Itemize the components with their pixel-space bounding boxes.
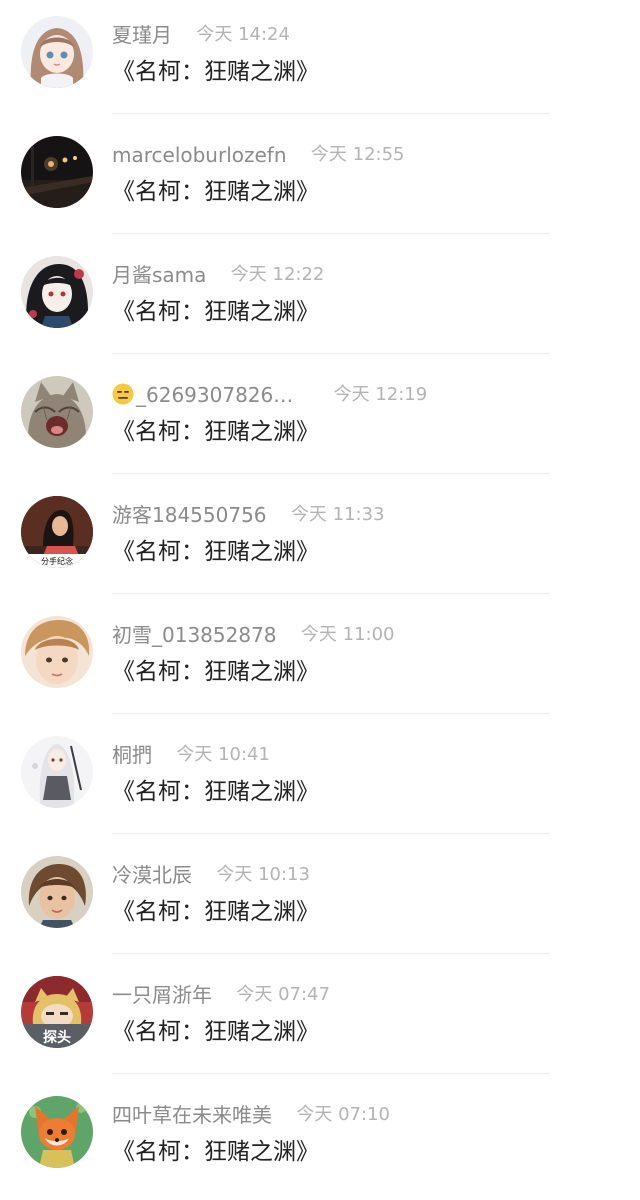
comment-item: 夏瑾月 今天 14:24 《名柯：狂赌之渊》 xyxy=(0,0,640,120)
comment-meta: 一只屑浙年 今天 07:47 xyxy=(112,980,330,1010)
divider xyxy=(112,113,550,114)
comment-text: 《名柯：狂赌之渊》 xyxy=(112,659,319,685)
timestamp: 今天 14:24 xyxy=(196,24,290,45)
breakup-memorial-photo-icon: 分手纪念 xyxy=(21,496,93,568)
divider xyxy=(112,353,550,354)
comment-meta: marceloburlozefn 今天 12:55 xyxy=(112,140,405,170)
avatar[interactable]: 探头 xyxy=(21,976,93,1048)
username[interactable]: 游客184550756 xyxy=(112,500,267,530)
avatar[interactable] xyxy=(21,856,93,928)
avatar[interactable] xyxy=(21,616,93,688)
anime-character-peeking-icon: 探头 xyxy=(21,976,93,1048)
comment-text: 《名柯：狂赌之渊》 xyxy=(112,539,319,565)
avatar[interactable] xyxy=(21,136,93,208)
comment-text: 《名柯：狂赌之渊》 xyxy=(112,59,319,85)
username[interactable]: 夏瑾月 xyxy=(112,20,172,50)
cartoon-fox-icon xyxy=(21,1096,93,1168)
timestamp: 今天 10:13 xyxy=(216,864,310,885)
comment-item: 月酱sama 今天 12:22 《名柯：狂赌之渊》 xyxy=(0,240,640,360)
avatar-caption: 探头 xyxy=(43,1029,71,1046)
divider xyxy=(112,833,550,834)
avatar[interactable] xyxy=(21,1096,93,1168)
comment-text: 《名柯：狂赌之渊》 xyxy=(112,1019,319,1045)
timestamp: 今天 11:00 xyxy=(300,624,395,645)
avatar[interactable] xyxy=(21,256,93,328)
timestamp: 今天 12:22 xyxy=(230,264,325,285)
username[interactable]: 冷漠北辰 xyxy=(112,860,192,890)
comment-item: _6269307826… 今天 12:19 《名柯：狂赌之渊》 xyxy=(0,360,640,480)
avatar[interactable] xyxy=(21,376,93,448)
username[interactable]: 一只屑浙年 xyxy=(112,980,212,1010)
divider xyxy=(112,1073,550,1074)
comment-list: 夏瑾月 今天 14:24 《名柯：狂赌之渊》 marceloburlozefn … xyxy=(0,0,640,1200)
neutral-face-emoji-icon xyxy=(112,383,134,405)
comment-text: 《名柯：狂赌之渊》 xyxy=(112,779,319,805)
divider xyxy=(112,233,550,234)
comment-item: 冷漠北辰 今天 10:13 《名柯：狂赌之渊》 xyxy=(0,840,640,960)
comment-meta: 初雪_013852878 今天 11:00 xyxy=(112,620,395,650)
comment-meta: 冷漠北辰 今天 10:13 xyxy=(112,860,310,890)
comment-item: 分手纪念 游客184550756 今天 11:33 《名柯：狂赌之渊》 xyxy=(0,480,640,600)
comment-text: 《名柯：狂赌之渊》 xyxy=(112,1139,319,1165)
divider xyxy=(112,593,550,594)
comment-text: 《名柯：狂赌之渊》 xyxy=(112,899,319,925)
avatar[interactable] xyxy=(21,16,93,88)
avatar[interactable]: 分手纪念 xyxy=(21,496,93,568)
username[interactable]: 初雪_013852878 xyxy=(112,620,277,650)
username[interactable]: 月酱sama xyxy=(112,260,206,290)
comment-text: 《名柯：狂赌之渊》 xyxy=(112,179,319,205)
divider xyxy=(112,713,550,714)
comment-text: 《名柯：狂赌之渊》 xyxy=(112,419,319,445)
comment-meta: 月酱sama 今天 12:22 xyxy=(112,260,324,290)
comment-meta: 夏瑾月 今天 14:24 xyxy=(112,20,290,50)
username[interactable]: marceloburlozefn xyxy=(112,140,287,170)
timestamp: 今天 07:47 xyxy=(236,984,330,1005)
comment-text: 《名柯：狂赌之渊》 xyxy=(112,299,319,325)
timestamp: 今天 12:19 xyxy=(333,384,428,405)
night-street-lights-icon xyxy=(21,136,93,208)
timestamp: 今天 07:10 xyxy=(296,1104,390,1125)
comment-item: 桐捫 今天 10:41 《名柯：狂赌之渊》 xyxy=(0,720,640,840)
username[interactable]: 桐捫 xyxy=(112,740,152,770)
timestamp: 今天 11:33 xyxy=(290,504,385,525)
divider xyxy=(112,473,550,474)
comment-meta: 桐捫 今天 10:41 xyxy=(112,740,270,770)
screaming-cat-icon xyxy=(21,376,93,448)
timestamp: 今天 10:41 xyxy=(176,744,270,765)
comment-item: 初雪_013852878 今天 11:00 《名柯：狂赌之渊》 xyxy=(0,600,640,720)
comment-meta: 游客184550756 今天 11:33 xyxy=(112,500,385,530)
illustrated-boy-icon xyxy=(21,856,93,928)
blonde-boy-face-icon xyxy=(21,616,93,688)
avatar-caption: 分手纪念 xyxy=(41,556,73,566)
comment-item: marceloburlozefn 今天 12:55 《名柯：狂赌之渊》 xyxy=(0,120,640,240)
comment-item: 探头 一只屑浙年 今天 07:47 《名柯：狂赌之渊》 xyxy=(0,960,640,1080)
timestamp: 今天 12:55 xyxy=(310,144,405,165)
username[interactable]: _6269307826… xyxy=(112,380,293,410)
comment-item: 四叶草在未来唯美 今天 07:10 《名柯：狂赌之渊》 xyxy=(0,1080,640,1200)
comment-meta: _6269307826… 今天 12:19 xyxy=(112,380,427,410)
comment-meta: 四叶草在未来唯美 今天 07:10 xyxy=(112,1100,390,1130)
divider xyxy=(112,953,550,954)
username-text: _6269307826… xyxy=(136,383,294,407)
manga-girl-black-hair-icon xyxy=(21,256,93,328)
avatar[interactable] xyxy=(21,736,93,808)
white-hair-anime-girl-icon xyxy=(21,736,93,808)
username[interactable]: 四叶草在未来唯美 xyxy=(112,1100,272,1130)
anime-girl-brown-hair-icon xyxy=(21,16,93,88)
